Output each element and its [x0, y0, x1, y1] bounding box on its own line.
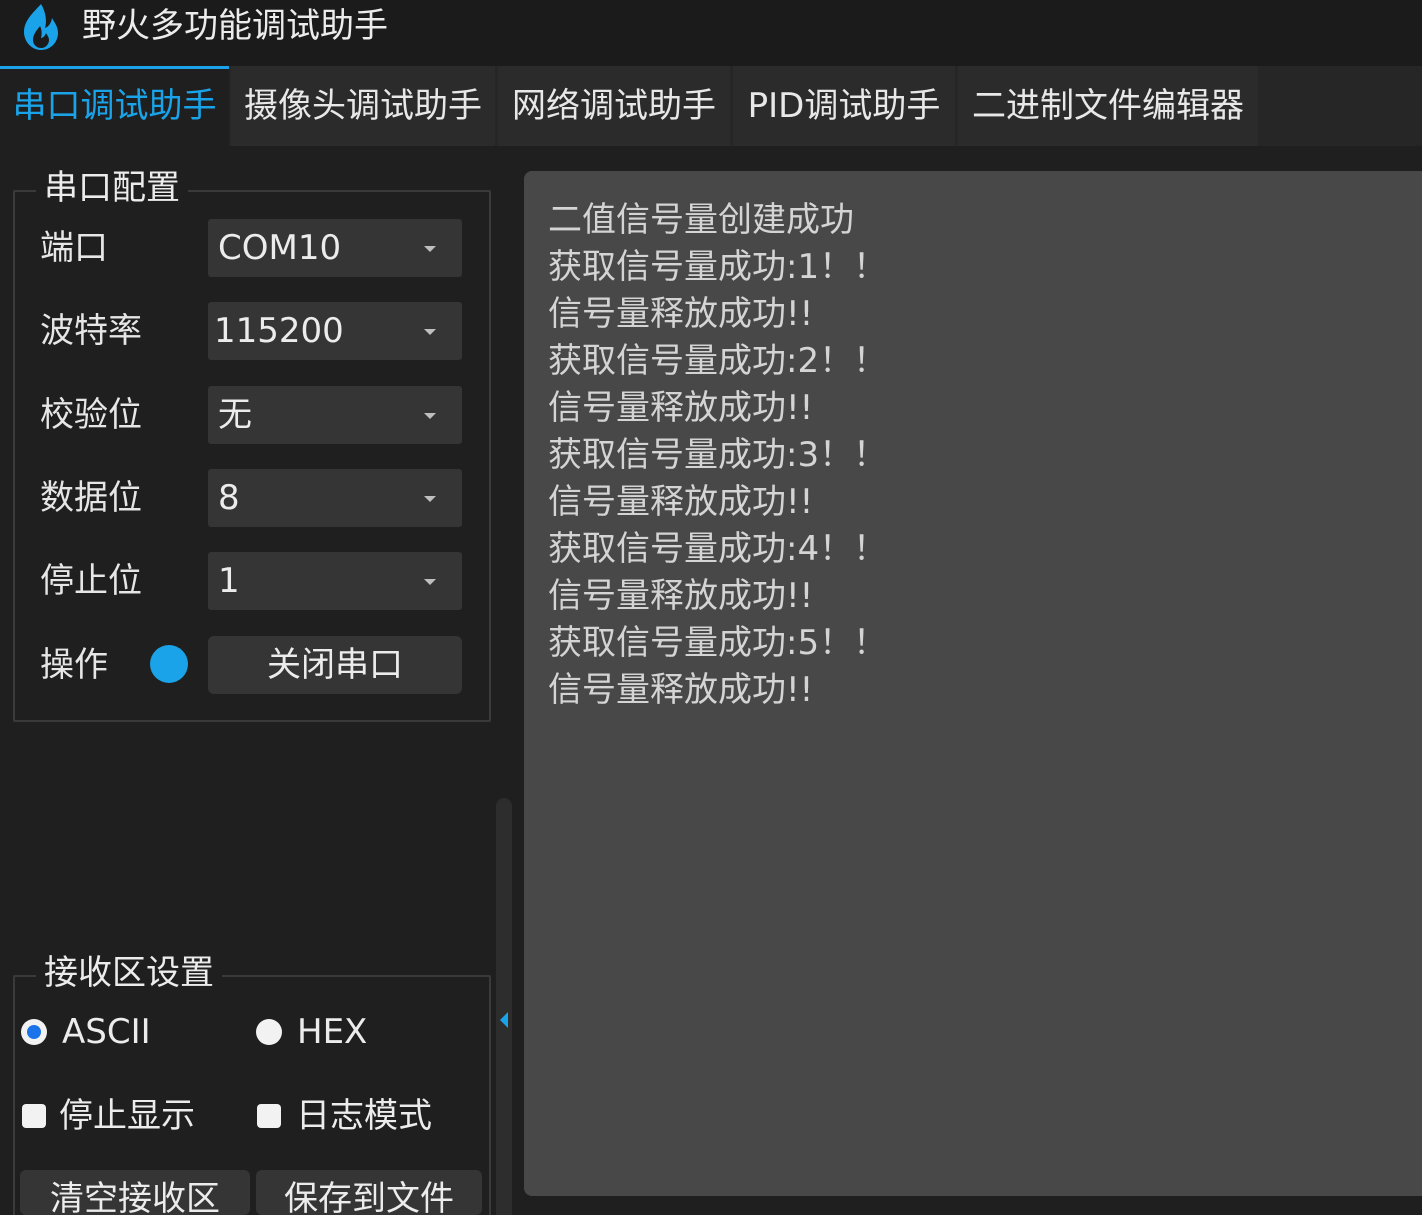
- log-mode-checkbox[interactable]: [257, 1104, 281, 1128]
- log-mode-label[interactable]: 日志模式: [296, 1094, 432, 1138]
- flame-icon: [24, 4, 58, 50]
- hex-label[interactable]: HEX: [297, 1010, 367, 1054]
- receive-line: 获取信号量成功:5！！: [548, 623, 888, 663]
- baud-rate-value: 115200: [214, 311, 344, 351]
- collapse-left-icon[interactable]: [496, 1008, 512, 1032]
- receive-line: 信号量释放成功!!: [548, 482, 814, 522]
- data-bits-select[interactable]: 8: [208, 469, 462, 527]
- parity-label: 校验位: [40, 395, 142, 435]
- tab-camera-debug[interactable]: 摄像头调试助手: [231, 66, 495, 146]
- baud-rate-select[interactable]: 115200: [208, 302, 462, 360]
- chevron-down-icon: [424, 579, 436, 585]
- hex-radio[interactable]: [256, 1019, 282, 1045]
- data-bits-label: 数据位: [40, 478, 142, 518]
- receive-line: 二值信号量创建成功: [548, 200, 854, 240]
- port-status-indicator: [150, 645, 188, 683]
- stop-display-checkbox[interactable]: [22, 1104, 46, 1128]
- receive-area[interactable]: 二值信号量创建成功 获取信号量成功:1！！ 信号量释放成功!! 获取信号量成功:…: [524, 171, 1422, 1196]
- parity-value: 无: [218, 395, 252, 435]
- app-title: 野火多功能调试助手: [82, 6, 388, 46]
- baud-rate-label: 波特率: [40, 311, 142, 351]
- receive-line: 信号量释放成功!!: [548, 670, 814, 710]
- ascii-radio[interactable]: [21, 1019, 47, 1045]
- chevron-down-icon: [424, 246, 436, 252]
- stop-bits-select[interactable]: 1: [208, 552, 462, 610]
- tab-network-debug[interactable]: 网络调试助手: [498, 66, 730, 146]
- close-port-button[interactable]: 关闭串口: [208, 636, 462, 694]
- port-value: COM10: [218, 228, 342, 268]
- receive-line: 信号量释放成功!!: [548, 388, 814, 428]
- port-select[interactable]: COM10: [208, 219, 462, 277]
- data-bits-value: 8: [218, 478, 240, 518]
- stop-bits-label: 停止位: [40, 561, 142, 601]
- tab-serial-debug[interactable]: 串口调试助手: [0, 66, 229, 146]
- save-to-file-button[interactable]: 保存到文件: [256, 1170, 482, 1215]
- receive-line: 获取信号量成功:1！！: [548, 247, 888, 287]
- chevron-down-icon: [424, 413, 436, 419]
- chevron-down-icon: [424, 329, 436, 335]
- title-bar: 野火多功能调试助手: [0, 0, 1422, 66]
- tab-binary-editor[interactable]: 二进制文件编辑器: [958, 66, 1258, 146]
- receive-line: 信号量释放成功!!: [548, 576, 814, 616]
- serial-config-title: 串口配置: [36, 168, 188, 208]
- tab-bar: 串口调试助手 摄像头调试助手 网络调试助手 PID调试助手 二进制文件编辑器: [0, 66, 1422, 146]
- stop-display-label[interactable]: 停止显示: [59, 1094, 195, 1138]
- receive-line: 获取信号量成功:2！！: [548, 341, 888, 381]
- receive-line: 获取信号量成功:3！！: [548, 435, 888, 475]
- tab-pid-debug[interactable]: PID调试助手: [733, 66, 955, 146]
- ascii-label[interactable]: ASCII: [62, 1010, 151, 1054]
- panel-splitter[interactable]: [496, 798, 512, 1215]
- operation-label: 操作: [40, 645, 108, 685]
- parity-select[interactable]: 无: [208, 386, 462, 444]
- chevron-down-icon: [424, 496, 436, 502]
- stop-bits-value: 1: [218, 561, 240, 601]
- clear-receive-button[interactable]: 清空接收区: [20, 1170, 250, 1215]
- receive-settings-title: 接收区设置: [36, 953, 222, 993]
- receive-line: 信号量释放成功!!: [548, 294, 814, 334]
- port-label: 端口: [40, 228, 108, 268]
- receive-line: 获取信号量成功:4！！: [548, 529, 888, 569]
